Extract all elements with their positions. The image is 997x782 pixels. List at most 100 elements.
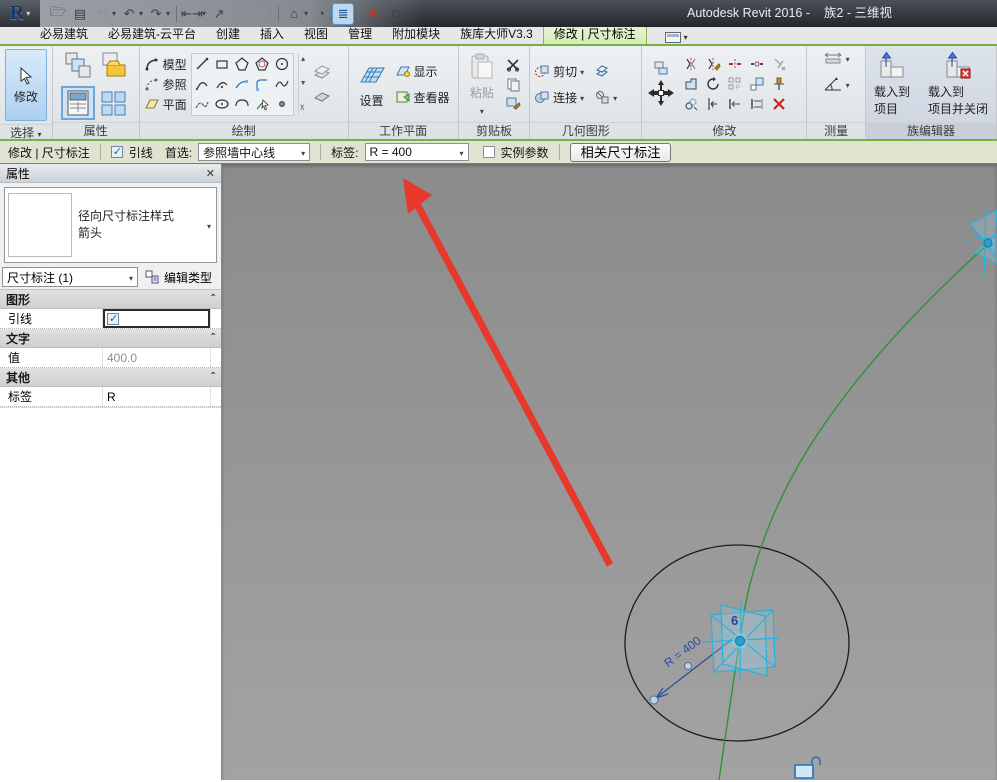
mirror-draw-axis-icon[interactable]: [705, 56, 721, 72]
geometry-join-button[interactable]: 连接: [534, 88, 584, 106]
cut-icon[interactable]: [505, 57, 521, 73]
split-with-gap-icon[interactable]: [749, 56, 765, 72]
thin-lines-icon[interactable]: ≣: [333, 4, 353, 24]
ribbon-state-toggle[interactable]: ▾: [661, 31, 692, 44]
paste-button[interactable]: 粘贴: [463, 50, 501, 119]
open-icon[interactable]: 🗁: [48, 4, 68, 24]
top-right-gizmo[interactable]: [966, 206, 997, 276]
collapse-icon[interactable]: [211, 292, 215, 306]
group-text[interactable]: 文字: [0, 329, 221, 348]
group-other[interactable]: 其他: [0, 368, 221, 387]
modify-button[interactable]: 修改: [5, 49, 47, 121]
undo-caret-icon[interactable]: ▾: [139, 9, 143, 18]
draw-circle-icon[interactable]: [274, 56, 290, 72]
draw-scrollbar[interactable]: ▲ ▼ ⊼: [298, 54, 308, 114]
revit-app-menu[interactable]: R ▾: [0, 0, 40, 27]
family-category-icon[interactable]: [99, 50, 129, 80]
cope-icon[interactable]: [683, 76, 699, 92]
section-icon[interactable]: ◔: [311, 4, 331, 24]
switch-windows-caret-icon[interactable]: ▾: [406, 9, 410, 18]
sync-caret-icon[interactable]: ▾: [112, 9, 116, 18]
element-filter-select[interactable]: 尺寸标注 (1): [2, 267, 138, 287]
save-icon[interactable]: ▤: [70, 4, 90, 24]
angle-dimension-button[interactable]: [823, 75, 850, 93]
delete-icon[interactable]: [771, 96, 787, 112]
text-icon[interactable]: A: [253, 4, 273, 24]
scroll-up-icon[interactable]: ▲: [300, 56, 307, 63]
measure-button[interactable]: [823, 49, 850, 67]
draw-partial-ellipse-icon[interactable]: [234, 96, 250, 112]
draw-point-icon[interactable]: [274, 96, 290, 112]
dimension-icon[interactable]: ⇤⇥: [182, 4, 202, 24]
split-element-icon[interactable]: [727, 56, 743, 72]
draw-pick-lines-icon[interactable]: [254, 96, 270, 112]
draw-plane-button[interactable]: 平面: [144, 95, 187, 113]
leader-value-cell[interactable]: [103, 309, 210, 328]
close-hidden-windows-icon[interactable]: ⊠: [364, 4, 384, 24]
value-cell[interactable]: 400.0: [103, 348, 210, 367]
match-type-icon[interactable]: [505, 95, 521, 111]
move-icon[interactable]: [646, 78, 676, 108]
dimension-text-grip[interactable]: [685, 663, 692, 670]
workplane-set-button[interactable]: 设置: [353, 58, 391, 111]
tag-cell[interactable]: R: [103, 387, 210, 406]
draw-reference-button[interactable]: 参照: [144, 75, 187, 93]
group-graphics[interactable]: 图形: [0, 290, 221, 309]
redo-icon[interactable]: ↷: [146, 4, 166, 24]
draw-spline-icon[interactable]: [274, 76, 290, 92]
workplane-show-button[interactable]: 显示: [395, 62, 450, 80]
dimension-caret-icon[interactable]: ▾: [202, 9, 206, 18]
dimension-text[interactable]: R = 400: [661, 633, 704, 670]
collapse-icon[interactable]: [211, 370, 215, 384]
unlock-constraint-icon[interactable]: [795, 757, 820, 778]
draw-inscribed-polygon-icon[interactable]: [234, 56, 250, 72]
draw-fillet-arc-icon[interactable]: [254, 76, 270, 92]
mirror-pick-axis-icon[interactable]: [683, 56, 699, 72]
paste-aligned-icon[interactable]: [653, 60, 669, 76]
properties-header[interactable]: 属性 ✕: [0, 164, 221, 183]
tag-icon[interactable]: ◇: [231, 4, 251, 24]
instance-parameter-checkbox[interactable]: [483, 146, 495, 158]
load-into-project-button[interactable]: 载入到项目: [870, 49, 914, 119]
type-properties-icon[interactable]: [63, 50, 93, 80]
pick-face-icon[interactable]: [312, 86, 332, 106]
draw-center-arc-icon[interactable]: [214, 76, 230, 92]
leader-checkbox[interactable]: [111, 146, 123, 158]
draw-line-icon[interactable]: [194, 56, 210, 72]
trim-extend-corner-icon[interactable]: [771, 56, 787, 72]
tag-select[interactable]: R = 400: [365, 143, 469, 161]
sync-icon[interactable]: ⟲: [92, 4, 112, 24]
unjoin-icon[interactable]: [594, 89, 610, 105]
scroll-expand-icon[interactable]: ⊼: [300, 104, 307, 112]
view-caret-icon[interactable]: ▾: [304, 9, 308, 18]
family-types-icon[interactable]: [99, 88, 129, 118]
copy-icon[interactable]: [505, 76, 521, 92]
draw-start-end-arc-icon[interactable]: [194, 76, 210, 92]
prefer-select[interactable]: 参照墙中心线: [198, 143, 310, 161]
close-icon[interactable]: ✕: [206, 167, 215, 180]
pin-icon[interactable]: [771, 76, 787, 92]
geometry-cut-button[interactable]: 剪切: [534, 62, 584, 80]
panel-label-select[interactable]: 选择: [0, 124, 52, 141]
offset-icon[interactable]: [683, 96, 699, 112]
draw-circumscribed-polygon-icon[interactable]: [254, 56, 270, 72]
pick-3d-edges-icon[interactable]: [312, 62, 332, 82]
draw-model-button[interactable]: 模型: [144, 55, 187, 73]
rotate-icon[interactable]: [705, 76, 721, 92]
dimension-end-grip[interactable]: [650, 696, 658, 704]
load-into-project-close-button[interactable]: 载入到项目并关闭: [924, 49, 992, 119]
properties-palette-icon[interactable]: [63, 88, 93, 118]
trim-extend-single-icon[interactable]: [727, 96, 743, 112]
scroll-down-icon[interactable]: ▼: [300, 80, 307, 87]
draw-ellipse-icon[interactable]: [214, 96, 230, 112]
scale-icon[interactable]: [749, 76, 765, 92]
draw-rectangle-icon[interactable]: [214, 56, 230, 72]
align-icon[interactable]: ↑: [705, 96, 721, 112]
edit-type-button[interactable]: 编辑类型: [142, 269, 214, 286]
drawing-canvas[interactable]: R = 400 6: [222, 164, 997, 780]
workplane-viewer-button[interactable]: 查看器: [395, 88, 450, 106]
trim-extend-multi-icon[interactable]: [749, 96, 765, 112]
customize-qat-icon[interactable]: ▾: [411, 9, 415, 18]
undo-icon[interactable]: ↶: [119, 4, 139, 24]
redo-caret-icon[interactable]: ▾: [166, 9, 170, 18]
